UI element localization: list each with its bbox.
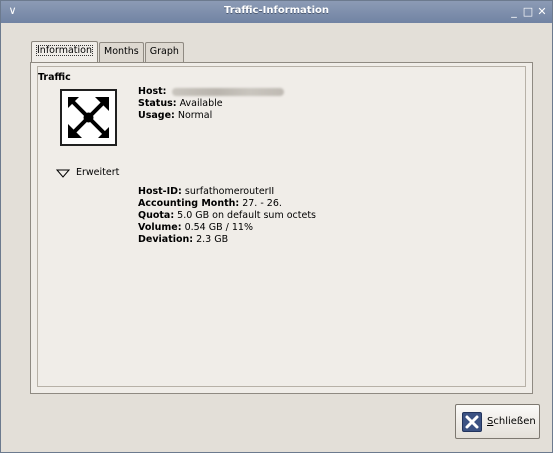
deviation-value: 2.3 GB [196, 234, 229, 245]
host-id-label: Host-ID: [138, 186, 182, 197]
close-x-icon [462, 412, 482, 432]
usage-label: Usage: [138, 110, 175, 121]
status-value: Available [179, 98, 223, 109]
advanced-info: Host-ID: surfathomerouterII Accounting M… [138, 186, 316, 246]
tab-months[interactable]: Months [99, 42, 144, 62]
host-row: Host: [138, 86, 284, 98]
minimize-icon[interactable]: _ [508, 5, 520, 18]
traffic-information-window: ∨ Traffic-Information _ □ ✕ Information … [0, 0, 553, 453]
status-label: Status: [138, 98, 177, 109]
tab-months-label: Months [104, 46, 139, 57]
usage-value: Normal [177, 110, 213, 121]
maximize-icon[interactable]: □ [522, 5, 534, 18]
expander-arrow-icon [56, 169, 70, 178]
host-id-row: Host-ID: surfathomerouterII [138, 186, 316, 198]
close-button[interactable]: Schließen [455, 404, 540, 439]
close-button-label-rest: chließen [493, 416, 536, 427]
accounting-month-value: 27. - 26. [242, 198, 282, 209]
quota-row: Quota: 5.0 GB on default sum octets [138, 210, 316, 222]
section-title: Traffic [38, 72, 71, 83]
deviation-row: Deviation: 2.3 GB [138, 234, 316, 246]
usage-row: Usage: Normal [138, 110, 284, 122]
tab-graph[interactable]: Graph [144, 42, 184, 62]
volume-value: 0.54 GB / 11% [184, 222, 253, 233]
volume-row: Volume: 0.54 GB / 11% [138, 222, 316, 234]
window-title: Traffic-Information [224, 5, 329, 16]
host-value-redacted [171, 87, 284, 96]
accounting-month-row: Accounting Month: 27. - 26. [138, 198, 316, 210]
tab-information-label: Information [36, 45, 93, 56]
volume-label: Volume: [138, 222, 182, 233]
quota-value: 5.0 GB on default sum octets [177, 210, 317, 221]
tab-bar: Information Months Graph [31, 41, 185, 63]
close-button-label: Schließen [487, 416, 536, 427]
title-bar[interactable]: ∨ Traffic-Information _ □ ✕ [1, 1, 552, 23]
status-row: Status: Available [138, 98, 284, 110]
network-device-icon [60, 89, 117, 146]
quota-label: Quota: [138, 210, 175, 221]
expander-label: Erweitert [76, 167, 120, 178]
host-id-value: surfathomerouterII [184, 186, 275, 197]
accounting-month-label: Accounting Month: [138, 198, 240, 209]
tab-information[interactable]: Information [31, 41, 98, 63]
tab-graph-label: Graph [149, 46, 179, 57]
deviation-label: Deviation: [138, 234, 194, 245]
close-icon[interactable]: ✕ [536, 5, 548, 18]
host-label: Host: [138, 86, 167, 97]
status-info: Host: Status: Available Usage: Normal [138, 86, 284, 122]
